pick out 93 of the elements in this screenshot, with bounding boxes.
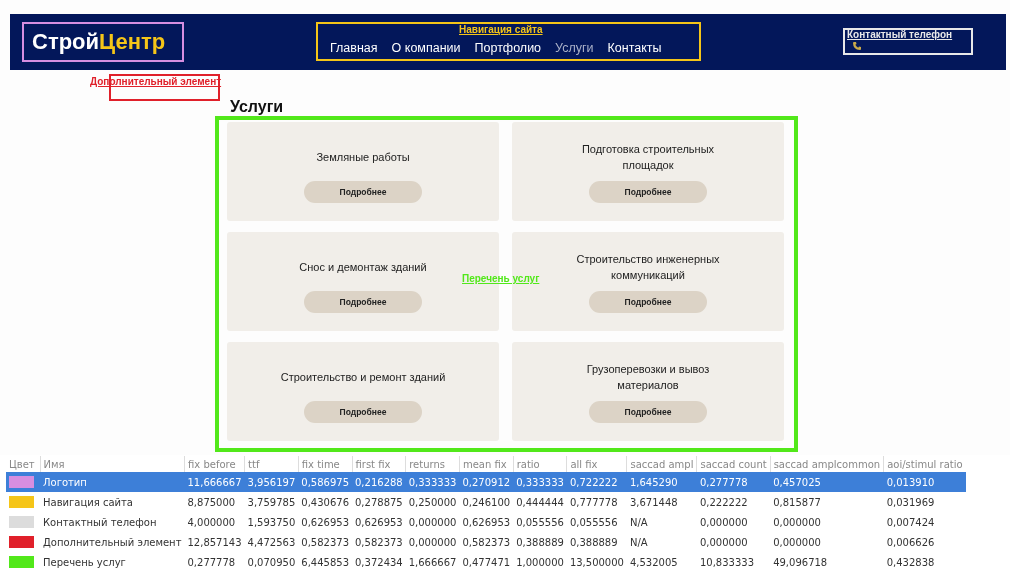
- table-cell: 0,250000: [405, 492, 460, 512]
- service-title: Строительство инженерных коммуникаций: [575, 251, 721, 283]
- nav-link[interactable]: О компании: [391, 41, 461, 55]
- aoi-label: Контактный телефон: [847, 29, 953, 40]
- table-cell: 3,671448: [626, 492, 697, 512]
- table-cell-text: 10,833333: [698, 555, 755, 570]
- aoi-label: Навигация сайта: [459, 24, 543, 35]
- table-cell-text: 0,477471: [461, 555, 512, 570]
- table-cell-text: 0,000000: [698, 535, 749, 550]
- service-title: Подготовка строительных площадок: [580, 141, 716, 173]
- table-cell-text: 0,626953: [300, 515, 350, 530]
- nav-link[interactable]: Контакты: [607, 41, 662, 55]
- table-cell: 0,270912: [459, 472, 514, 492]
- nav-link[interactable]: Портфолио: [474, 41, 542, 55]
- table-cell: 0,277778: [696, 472, 771, 492]
- table-cell-text: 13,500000: [568, 555, 625, 570]
- table-row[interactable]: Дополнительный элемент 12,857143 4,472563 0,582373 0,582373 0,000000 0,582373 0,388889 0,388889 N/A 0,000000 0,000000 0,006626: [6, 532, 966, 552]
- table-cell: 0,333333: [405, 472, 460, 492]
- table-cell: 1,645290: [626, 472, 697, 492]
- site-logo: СтройЦентр: [32, 29, 167, 55]
- table-cell-text: 0,070950: [246, 555, 297, 570]
- service-title: Строительство и ремонт зданий: [279, 369, 447, 385]
- table-cell-text: 0,000000: [772, 515, 822, 530]
- table-cell: 0,222222: [696, 492, 771, 512]
- table-cell-text: 0,006626: [885, 535, 936, 550]
- table-cell: 0,216288: [352, 472, 406, 492]
- table-cell: 0,031969: [883, 492, 966, 512]
- table-cell: 0,246100: [459, 492, 514, 512]
- table-cell-text: 0,277778: [186, 555, 237, 570]
- column-header[interactable]: Цвет: [6, 456, 40, 472]
- table-cell-text: N/A: [628, 515, 649, 530]
- table-cell-text: 1,593750: [246, 515, 297, 530]
- table-row[interactable]: Перечень услуг 0,277778 0,070950 6,445853 0,372434 1,666667 0,477471 1,000000 13,500000 4,532005 10,833333 49,096718 0,432838: [6, 552, 966, 572]
- table-cell-text: 0,626953: [354, 515, 404, 530]
- service-title: Снос и демонтаж зданий: [298, 259, 428, 275]
- service-title: Грузоперевозки и вывоз материалов: [585, 361, 711, 393]
- table-cell-text: 4,472563: [246, 535, 297, 550]
- table-cell: 0,430676: [298, 492, 352, 512]
- table-cell-text: 0,388889: [515, 535, 565, 550]
- table-row[interactable]: Навигация сайта 8,875000 3,759785 0,430676 0,278875 0,250000 0,246100 0,444444 0,777778 3,671448 0,222222 0,815877 0,031969: [6, 492, 966, 512]
- table-cell-text: 0,000000: [772, 535, 822, 550]
- details-button[interactable]: Подробнее: [304, 180, 422, 203]
- details-button[interactable]: Подробнее: [589, 290, 707, 313]
- table-cell-text: 0,372434: [354, 555, 404, 570]
- table-cell-text: 0,007424: [885, 515, 936, 530]
- table-cell: 0,013910: [883, 472, 966, 492]
- table-cell-text: 1,666667: [407, 555, 458, 570]
- table-cell: 0,777778: [566, 492, 627, 512]
- table-cell-text: 0,388889: [568, 535, 619, 550]
- table-cell: 0,457025: [770, 472, 884, 492]
- service-title: Земляные работы: [315, 149, 411, 165]
- section-title: Услуги: [230, 98, 285, 116]
- table-cell-text: 0,000000: [407, 535, 458, 550]
- table-cell-text: Дополнительный элемент: [42, 535, 183, 550]
- table-row[interactable]: Контактный телефон 4,000000 1,593750 0,626953 0,626953 0,000000 0,626953 0,055556 0,055556 N/A 0,000000 0,000000 0,007424: [6, 512, 966, 532]
- table-cell: 3,759785: [244, 492, 299, 512]
- table-cell-text: 49,096718: [772, 555, 829, 570]
- table-cell: 0,278875: [352, 492, 406, 512]
- table-cell-text: N/A: [628, 535, 649, 550]
- table-cell: 11,666667: [184, 472, 245, 492]
- table-cell-text: 6,445853: [300, 555, 350, 570]
- details-button[interactable]: Подробнее: [304, 290, 422, 313]
- table-cell-text: 0,000000: [407, 515, 458, 530]
- table-cell-text: 0,055556: [515, 515, 565, 530]
- table-cell-text: 12,857143: [186, 535, 243, 550]
- details-button[interactable]: Подробнее: [589, 400, 707, 423]
- table-cell: 0,586975: [298, 472, 352, 492]
- table-cell: 0,444444: [513, 492, 567, 512]
- aoi-label: Перечень услуг: [462, 273, 540, 284]
- table-cell-text: 0,432838: [885, 555, 936, 570]
- table-cell: 8,875000: [184, 492, 245, 512]
- table-cell-text: 0,055556: [568, 515, 619, 530]
- phone-icon: [852, 41, 862, 51]
- table-cell-text: 0,626953: [461, 515, 512, 530]
- nav-link[interactable]: Услуги: [555, 41, 594, 55]
- details-button[interactable]: Подробнее: [589, 180, 707, 203]
- table-cell-text: Контактный телефон: [42, 515, 158, 530]
- table-cell-text: 4,532005: [628, 555, 679, 570]
- table-cell-text: 1,000000: [515, 555, 565, 570]
- table-cell-text: Перечень услуг: [42, 555, 127, 570]
- table-cell: 3,956197: [244, 472, 299, 492]
- table-cell-text: 0,582373: [461, 535, 512, 550]
- table-cell: 0,722222: [566, 472, 627, 492]
- table-cell: 0,815877: [770, 492, 884, 512]
- table-cell-text: 0,582373: [354, 535, 404, 550]
- details-button[interactable]: Подробнее: [304, 400, 422, 423]
- table-cell: Логотип: [40, 472, 185, 492]
- table-cell-text: 0,000000: [698, 515, 749, 530]
- table-cell: 0,333333: [513, 472, 567, 492]
- table-cell: Навигация сайта: [40, 492, 185, 512]
- table-cell-text: 4,000000: [186, 515, 237, 530]
- nav-link[interactable]: Главная: [330, 41, 378, 55]
- table-cell-text: 0,582373: [300, 535, 350, 550]
